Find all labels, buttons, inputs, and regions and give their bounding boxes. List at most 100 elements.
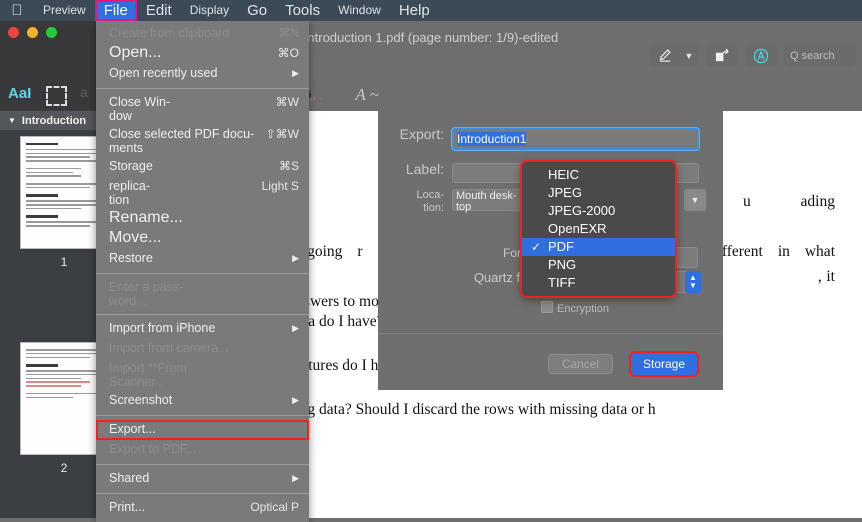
menubar-item-go[interactable]: Go — [238, 0, 276, 21]
menubar-item-window[interactable]: Window — [329, 0, 390, 21]
file-menu-item[interactable]: Move... — [96, 229, 309, 249]
annotate-icon — [753, 48, 769, 63]
format-option-jpeg2000[interactable]: JPEG-2000 — [522, 202, 675, 220]
thumb-line — [26, 160, 99, 162]
menu-divider — [96, 415, 309, 416]
thumb-line — [26, 364, 58, 367]
format-option-pdf[interactable]: ✓ PDF — [522, 238, 675, 256]
minimize-button[interactable] — [27, 27, 38, 38]
markup-pen-button[interactable] — [649, 44, 679, 67]
quartz-filter-stepper[interactable]: ▲ ▼ — [685, 271, 701, 293]
file-menu-item[interactable]: Import **From Scanner... — [96, 359, 309, 391]
menubar-item-tools[interactable]: Tools — [276, 0, 329, 21]
cancel-button[interactable]: Cancel — [548, 354, 613, 374]
thumb-line — [26, 167, 81, 170]
format-option-tiff[interactable]: TIFF — [522, 274, 675, 292]
toolbar-right: ▼ Q search — [649, 44, 856, 67]
file-menu-item[interactable]: Export... — [96, 420, 309, 440]
thumb-line — [26, 370, 99, 372]
file-menu-item[interactable]: Open... ⌘O — [96, 44, 309, 64]
file-menu-item[interactable]: replica- tion Light S — [96, 177, 309, 209]
share-button[interactable] — [706, 44, 738, 67]
menubar-item-edit[interactable]: Edit — [137, 0, 181, 21]
thumb-line — [26, 152, 99, 155]
close-button[interactable] — [8, 27, 19, 38]
file-menu-item[interactable]: Import from iPhone ▶ — [96, 319, 309, 339]
file-menu-item[interactable]: Export to PDF... — [96, 440, 309, 460]
maximize-button[interactable] — [46, 27, 57, 38]
file-menu-item-shortcut: Optical P — [250, 500, 299, 514]
format-option-label: TIFF — [548, 275, 576, 290]
file-menu-item-label: Create from clipboard — [109, 26, 230, 40]
encryption-checkbox[interactable]: Encryption — [541, 301, 609, 315]
thumb-line — [26, 143, 58, 146]
annotate-button[interactable] — [745, 44, 777, 67]
page-thumbnail[interactable] — [20, 136, 108, 249]
menubar-item-file[interactable]: File — [94, 0, 137, 21]
format-option-openexr[interactable]: OpenEXR — [522, 220, 675, 238]
submenu-arrow-icon: ▶ — [292, 253, 299, 263]
menu-divider — [96, 464, 309, 465]
format-option-heic[interactable]: HEIC — [522, 166, 675, 184]
file-menu-item-label: Enter a pass- word... — [109, 280, 184, 308]
file-menu-item-label: Import **From Scanner... — [109, 361, 187, 389]
submenu-arrow-icon: ▶ — [292, 323, 299, 333]
menu-divider — [96, 314, 309, 315]
marquee-select-tool[interactable] — [46, 86, 67, 106]
file-menu-item-label: Export... — [109, 422, 156, 436]
checkbox-box — [541, 301, 553, 313]
file-menu-item[interactable]: Storage ⌘S — [96, 157, 309, 177]
export-name-row: Export: Introduction1 — [378, 127, 723, 150]
format-option-jpeg[interactable]: JPEG — [522, 184, 675, 202]
file-menu-item[interactable]: Screenshot ▶ — [96, 391, 309, 411]
menubar-item-display[interactable]: Display — [181, 0, 238, 21]
apple-icon[interactable]:  — [0, 3, 34, 18]
format-option-label: JPEG — [548, 185, 582, 200]
file-menu-item-label: Open recently used — [109, 66, 218, 80]
thumb-line — [26, 186, 90, 189]
format-option-png[interactable]: PNG — [522, 256, 675, 274]
chevron-down-icon: ▼ — [690, 195, 700, 205]
menubar-item-help[interactable]: Help — [390, 0, 439, 21]
thumb-line — [26, 156, 90, 159]
file-menu-item-shortcut: ⌘O — [277, 46, 299, 60]
thumbnail-item-1[interactable]: 1 — [20, 136, 108, 269]
mac-menubar:  Preview File Edit Display Go Tools Win… — [0, 0, 862, 21]
toolbar-item-font[interactable]: A ~ — [355, 85, 379, 105]
file-menu-item[interactable]: Restore ▶ — [96, 249, 309, 269]
markup-pen-chevron[interactable]: ▼ — [679, 44, 699, 67]
file-menu-item-shortcut: ⇧⌘W — [265, 127, 299, 141]
file-menu-item-label: Print... — [109, 500, 146, 514]
file-menu-item[interactable]: Close selected PDF docu- ments ⇧⌘W — [96, 125, 309, 157]
text-tool-button[interactable]: AaI — [8, 85, 31, 102]
thumb-line — [26, 175, 81, 177]
location-dropdown-button[interactable]: ▼ — [684, 189, 706, 211]
file-menu-item[interactable]: Create from clipboard ⌘N — [96, 24, 309, 44]
thumb-line — [26, 148, 99, 151]
search-field[interactable]: Q search — [784, 44, 856, 67]
format-dropdown-popup: HEIC JPEG JPEG-2000 OpenEXR ✓ PDF PNG TI… — [522, 162, 675, 296]
file-menu-item[interactable]: Import from camera... — [96, 339, 309, 359]
thumb-line — [26, 396, 74, 399]
file-menu-item-label: Close selected PDF docu- ments — [109, 127, 255, 155]
sidebar-header-label: Introduction — [21, 114, 87, 127]
file-menu-item-shortcut: ⌘W — [275, 95, 299, 109]
secondary-tool[interactable]: a — [80, 84, 88, 100]
save-button[interactable]: Storage — [631, 353, 697, 375]
page-thumbnail[interactable] — [20, 342, 108, 455]
file-menu-item[interactable]: Open recently used ▶ — [96, 64, 309, 84]
file-menu-item[interactable]: Rename... — [96, 209, 309, 229]
file-menu-item[interactable]: Enter a pass- word... — [96, 278, 309, 310]
file-menu-item-shortcut: ⌘N — [278, 26, 299, 40]
thumbnail-item-2[interactable]: 2 — [20, 342, 108, 475]
file-menu-item[interactable]: Print... Optical P — [96, 498, 309, 518]
file-menu-item[interactable]: Close Win- dow ⌘W — [96, 93, 309, 125]
menubar-item-preview[interactable]: Preview — [34, 0, 95, 21]
export-name-input[interactable]: Introduction1 — [452, 128, 699, 150]
caret-down-icon: ▼ — [8, 116, 16, 125]
window-controls — [8, 27, 57, 38]
menu-divider — [96, 273, 309, 274]
file-menu-item[interactable]: Shared ▶ — [96, 469, 309, 489]
list-item: Is there missing data? Should I discard … — [217, 397, 862, 422]
thumb-line — [26, 352, 99, 355]
